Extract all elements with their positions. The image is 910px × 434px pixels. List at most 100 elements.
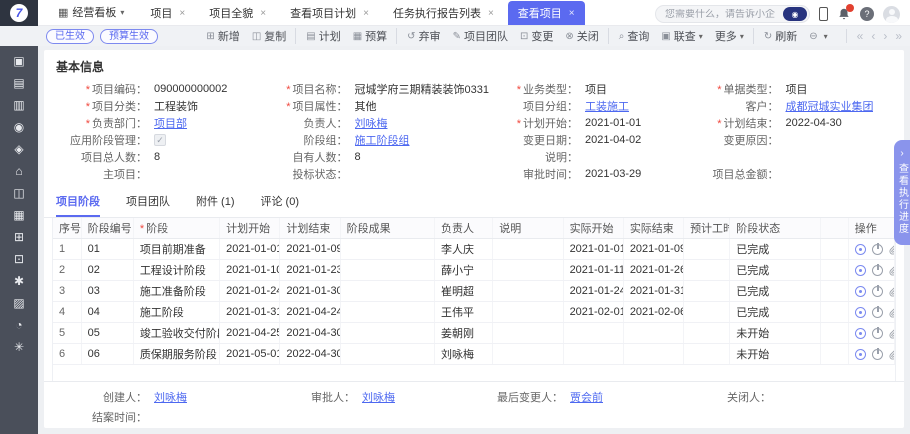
toolbar-button[interactable]: ⊖ ▾: [803, 31, 833, 42]
stage-table: 序号 阶段编号 *阶段 计划开始 计划结束 阶段成果: [53, 218, 895, 365]
invoice-icon[interactable]: ▥: [11, 98, 27, 111]
required-marker: *: [140, 223, 144, 235]
page-tab[interactable]: 查看项目计划 ×: [280, 1, 379, 25]
detail-tab[interactable]: 项目团队: [126, 193, 170, 217]
close-icon[interactable]: ×: [569, 8, 575, 19]
finish-stage-icon[interactable]: [872, 349, 883, 360]
attachment-icon[interactable]: [889, 286, 895, 297]
chevron-down-icon: ▾: [120, 8, 124, 17]
field-label: 变更原因：: [689, 132, 785, 148]
finish-stage-icon[interactable]: [872, 307, 883, 318]
app-logo[interactable]: 7: [0, 0, 38, 26]
toolbar-button[interactable]: 更多 ▾: [709, 28, 750, 44]
toolbar-button[interactable]: ⌕ 查询: [608, 28, 656, 44]
notification-bell-icon[interactable]: [837, 7, 851, 21]
next-record-icon[interactable]: ›: [883, 29, 887, 43]
user-icon[interactable]: ◉: [11, 120, 27, 133]
cell-note: [493, 260, 563, 281]
cell-no: 4: [53, 302, 81, 323]
toolbar-button-icon: ⌕: [619, 31, 625, 42]
tools-icon[interactable]: ✳: [11, 340, 27, 353]
toolbar-button-icon: ⊖: [809, 31, 817, 42]
finish-stage-icon[interactable]: [872, 244, 883, 255]
chart-icon[interactable]: ▨: [11, 296, 27, 309]
start-stage-icon[interactable]: [855, 244, 866, 255]
attachment-icon[interactable]: [889, 328, 895, 339]
close-icon[interactable]: ×: [363, 8, 369, 19]
cell-stage-name: 竣工验收交付阶段: [133, 323, 219, 344]
table-row: 2 02 工程设计阶段 2021-01-10 2021-01-23 薛小宁 20…: [53, 260, 895, 281]
toolbar-button[interactable]: ▣ 联查 ▾: [655, 28, 708, 44]
close-icon[interactable]: ×: [179, 8, 185, 19]
audit-fields: 创建人： 刘咏梅 审批人： 刘咏梅 最后变更人： 贾会前: [58, 390, 890, 424]
last-record-icon[interactable]: »: [895, 29, 902, 43]
toolbar-button[interactable]: ✎ 项目团队: [447, 28, 514, 44]
toolbar-button[interactable]: ▤ 计划: [295, 28, 346, 44]
attachment-icon[interactable]: [889, 307, 895, 318]
detail-tab[interactable]: 项目阶段: [56, 193, 100, 217]
page-tab[interactable]: 项目 ×: [140, 1, 195, 25]
field-value: 刘咏梅: [355, 115, 388, 131]
attachment-icon[interactable]: [889, 244, 895, 255]
field-value: 2021-03-29: [585, 168, 641, 180]
user-avatar[interactable]: [883, 6, 900, 23]
search-input[interactable]: [665, 9, 783, 20]
start-stage-icon[interactable]: [855, 307, 866, 318]
attachment-icon[interactable]: [889, 349, 895, 360]
shield-icon[interactable]: ◈: [11, 142, 27, 155]
toolbar-button[interactable]: ◫ 复制: [246, 28, 292, 44]
stage-table-body: 1 01 项目前期准备 2021-01-01 2021-01-09 李人庆 20…: [53, 239, 895, 365]
home-icon[interactable]: ⌂: [11, 164, 27, 177]
apps-icon[interactable]: ⊞: [11, 230, 27, 243]
field-label: 关闭人：: [682, 389, 778, 405]
finish-stage-icon[interactable]: [872, 265, 883, 276]
start-stage-icon[interactable]: [855, 349, 866, 360]
close-icon[interactable]: ×: [488, 8, 494, 19]
toolbar-button[interactable]: ▦ 预算: [347, 28, 393, 44]
cell-actual-end: 2021-01-09: [623, 239, 683, 260]
detail-tab[interactable]: 附件 (1): [196, 193, 235, 217]
start-stage-icon[interactable]: [855, 286, 866, 297]
workboard-menu[interactable]: ▦ 经营看板 ▾: [48, 4, 134, 25]
cell-actual-end: [623, 323, 683, 344]
field-value: 刘咏梅: [362, 389, 395, 405]
clock-icon[interactable]: ◔: [11, 318, 27, 331]
toolbar-button[interactable]: ⊞ 新增: [200, 28, 245, 44]
calendar-icon[interactable]: ▦: [11, 208, 27, 221]
help-icon[interactable]: ?: [860, 7, 874, 21]
assistant-search[interactable]: ◉: [655, 5, 810, 23]
finish-stage-icon[interactable]: [872, 286, 883, 297]
first-record-icon[interactable]: «: [857, 29, 864, 43]
page-tab[interactable]: 项目全貌 ×: [199, 1, 276, 25]
finish-stage-icon[interactable]: [872, 328, 883, 339]
stage-table-wrap: 序号 阶段编号 *阶段 计划开始 计划结束 阶段成果: [52, 218, 896, 381]
field-label: 创建人：: [58, 389, 154, 405]
page-tab-label: 任务执行报告列表: [393, 5, 481, 21]
start-stage-icon[interactable]: [855, 328, 866, 339]
cell-owner: 崔明超: [435, 281, 493, 302]
assistant-eye-icon[interactable]: ◉: [783, 7, 807, 21]
close-icon[interactable]: ×: [260, 8, 266, 19]
gear-icon[interactable]: ✱: [11, 274, 27, 287]
detail-tab[interactable]: 评论 (0): [261, 193, 300, 217]
finance-icon[interactable]: ⊡: [11, 252, 27, 265]
toolbar-button[interactable]: ↻ 刷新: [753, 28, 803, 44]
grid-icon: ▦: [58, 6, 68, 19]
cell-result: [340, 260, 434, 281]
cell-blank: [820, 281, 848, 302]
toolbar-button[interactable]: ⊗ 关闭: [559, 28, 604, 44]
toolbar-button[interactable]: ↺ 弃审: [396, 28, 446, 44]
toolbar-button[interactable]: ⊡ 变更: [514, 28, 559, 44]
mobile-icon[interactable]: [819, 7, 828, 21]
prev-record-icon[interactable]: ‹: [871, 29, 875, 43]
start-stage-icon[interactable]: [855, 265, 866, 276]
page-tab[interactable]: 任务执行报告列表 ×: [383, 1, 504, 25]
attachment-icon[interactable]: [889, 265, 895, 276]
page-tab[interactable]: 查看项目 ×: [508, 1, 585, 25]
table-row: 6 06 质保期服务阶段 2021-05-01 2022-04-30 刘咏梅: [53, 344, 895, 365]
card-icon[interactable]: ◫: [11, 186, 27, 199]
dashboard-icon[interactable]: ▣: [11, 54, 27, 67]
view-progress-tab[interactable]: › 查看执行进度: [894, 140, 910, 245]
field-label: 项目总人数：: [58, 149, 154, 165]
contract-icon[interactable]: ▤: [11, 76, 27, 89]
